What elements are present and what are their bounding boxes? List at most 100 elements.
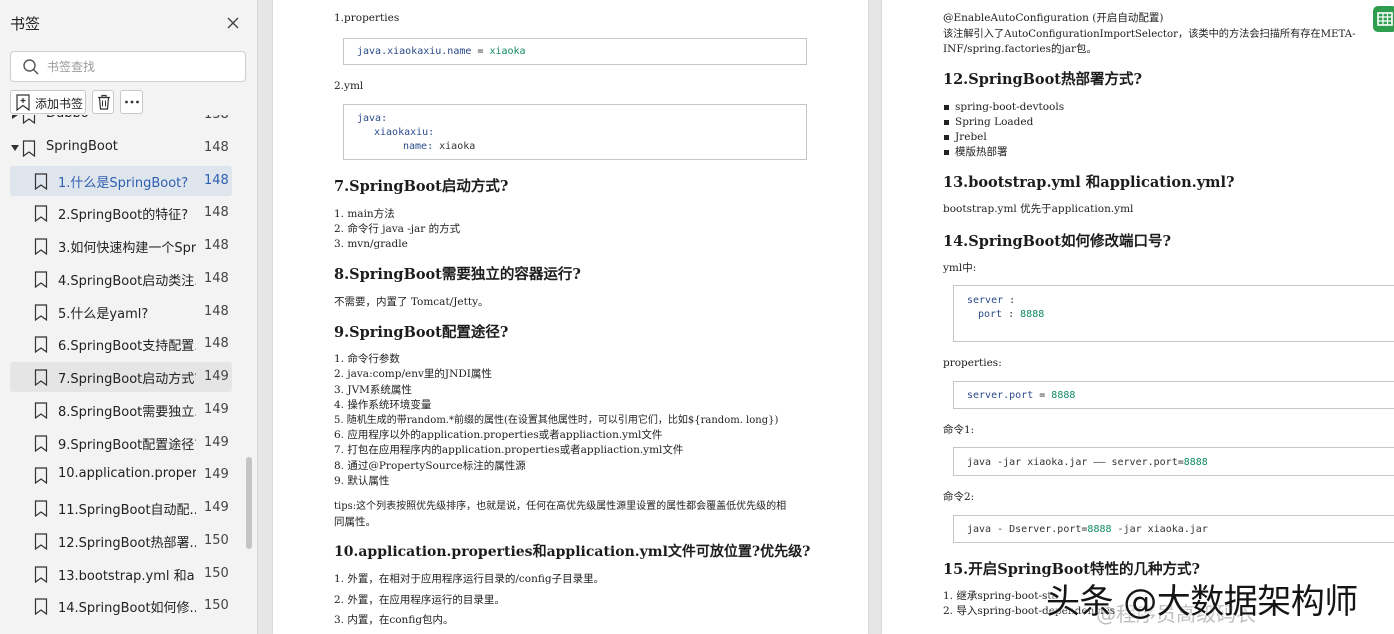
bookmark-item[interactable]: 13.bootstrap.yml 和a... 150 [0, 559, 250, 589]
list-item: 1. 命令行参数 [334, 353, 400, 365]
code-block-properties: java.xiaokaxiu.name = xiaoka [343, 38, 807, 65]
tips-paragraph: tips:这个列表按照优先级排序，也就是说，任何在高优先级属性源里设置的属性都会… [334, 501, 787, 512]
bookmark-icon [34, 565, 48, 583]
bookmark-icon [34, 434, 48, 452]
bookmark-icon [22, 115, 36, 124]
list-item: 4. 操作系统环境变量 [334, 399, 432, 411]
bullet [944, 120, 949, 125]
bookmark-item[interactable]: 3.如何快速构建一个Spr... 148 [0, 231, 250, 261]
subheading-yml: 2.yml [334, 80, 364, 92]
heading-9: 9.SpringBoot配置途径? [334, 324, 509, 341]
sidebar-scroll-thumb[interactable] [246, 457, 252, 549]
list-item: 9. 默认属性 [334, 475, 390, 487]
code-line: name: xiaoka [403, 141, 476, 152]
list-item: 6. 应用程序以外的application.properties或者applia… [334, 429, 663, 441]
subheading-properties: 1.properties [334, 12, 400, 24]
bookmark-item[interactable]: 10.application.proper... 149 [0, 460, 250, 490]
paragraph: bootstrap.yml 优先于application.yml [943, 203, 1134, 215]
bullet [944, 135, 949, 140]
code-block-properties-port: server.port = 8888 [953, 381, 1394, 409]
list-item: 模版热部署 [955, 146, 1008, 158]
list-item: 7. 打包在应用程序内的application.properties或者appl… [334, 444, 684, 456]
code-block-yml-port: server : port : 8888 [953, 285, 1394, 342]
bookmark-icon [34, 500, 48, 517]
list-item: 2. 外置，在应用程序运行的目录里。 [334, 594, 505, 606]
pdf-page-150: @EnableAutoConfiguration (开启自动配置) 该注解引入了… [882, 0, 1394, 634]
heading-10: 10.application.properties和application.ym… [334, 544, 811, 560]
sidebar-title: 书签 [10, 15, 41, 33]
bookmark-icon [34, 172, 48, 190]
list-item: 1. 外置，在相对于应用程序运行目录的/config子目录里。 [334, 573, 605, 585]
sidebar-scrollbar[interactable] [246, 115, 254, 634]
bookmark-item-label: 11.SpringBoot自动配... [58, 503, 196, 518]
add-bookmark-label: 添加书签 [35, 97, 84, 111]
bookmark-item[interactable]: 1.什么是SpringBoot? 148 [0, 165, 250, 196]
code-line: java -jar xiaoka.jar —— server.port=8888 [967, 457, 1208, 468]
more-icon [125, 100, 139, 104]
bookmark-tree: Dubbo 138 SpringBoot 148 1.什么是SpringBoot? 148… [0, 115, 250, 634]
bookmark-item[interactable]: 7.SpringBoot启动方式? 149 [0, 362, 250, 392]
spreadsheet-app-button[interactable] [1372, 5, 1394, 33]
bookmark-item-page: 148 [204, 270, 229, 286]
heading-13: 13.bootstrap.yml 和application.yml? [943, 174, 1235, 191]
bookmark-item[interactable]: 8.SpringBoot需要独立... 149 [0, 395, 250, 425]
caret-right-icon[interactable] [11, 115, 19, 119]
bookmark-search-box [10, 51, 246, 82]
code-block-command-1: java -jar xiaoka.jar —— server.port=8888 [953, 447, 1394, 476]
list-item: Spring Loaded [955, 116, 1034, 128]
bookmark-item-label: 1.什么是SpringBoot? [58, 175, 189, 191]
bookmark-item-label: 5.什么是yaml? [58, 306, 149, 322]
bookmark-icon [34, 369, 48, 386]
bookmark-search-input[interactable] [47, 56, 237, 78]
bookmark-item-label: 7.SpringBoot启动方式? [58, 372, 196, 387]
bookmark-item-page: 150 [204, 532, 229, 548]
bookmark-item-page: 149 [204, 401, 229, 417]
bookmark-icon [34, 402, 48, 419]
heading-8: 8.SpringBoot需要独立的容器运行? [334, 266, 581, 283]
bookmark-item-page: 138 [204, 115, 229, 122]
bookmark-icon [22, 140, 36, 157]
bookmark-item-label: 10.application.proper... [58, 466, 196, 482]
label-properties: properties: [943, 357, 1002, 369]
trash-icon [98, 94, 110, 110]
bookmark-item[interactable]: Dubbo 138 [0, 115, 250, 130]
bookmark-item[interactable]: 4.SpringBoot启动类注... 148 [0, 264, 250, 294]
pdf-page-149: 1.properties java.xiaokaxiu.name = xiaok… [273, 0, 868, 634]
bookmark-item-page: 150 [204, 598, 229, 614]
delete-bookmark-button[interactable] [92, 90, 114, 114]
bookmark-item[interactable]: 14.SpringBoot如何修... 150 [0, 591, 250, 621]
add-bookmark-button[interactable]: 添加书签 [10, 90, 86, 114]
bookmark-item[interactable]: SpringBoot 148 [0, 133, 250, 163]
paragraph: INF/spring.factories的jar包。 [943, 43, 1098, 55]
code-line: xiaokaxiu: [374, 127, 435, 138]
bookmark-item-page: 149 [204, 467, 229, 483]
close-sidebar-button[interactable] [223, 13, 243, 33]
code-block-yml: java: xiaokaxiu: name: xiaoka [343, 104, 807, 160]
code-line: server.port = 8888 [967, 390, 1076, 401]
heading-7: 7.SpringBoot启动方式? [334, 178, 509, 195]
bookmark-icon [34, 303, 48, 321]
list-item: 5. 随机生成的带random.*前缀的属性(在设置其他属性时，可以引用它们，比… [334, 415, 779, 426]
list-item: Jrebel [955, 131, 987, 143]
bookmark-item-label: 2.SpringBoot的特征? [58, 208, 189, 224]
pdf-reader-window: 书签 添加书签 Dubbo138SpringBoot1481.什么是Spring… [0, 0, 1394, 634]
bookmark-item[interactable]: 2.SpringBoot的特征? 148 [0, 198, 250, 228]
close-icon [227, 17, 239, 29]
bookmark-item[interactable]: 9.SpringBoot配置途径? 149 [0, 428, 250, 458]
bookmark-item-label: 4.SpringBoot启动类注... [58, 273, 196, 289]
list-item: 1. main方法 [334, 208, 395, 220]
caret-down-icon[interactable] [11, 144, 19, 152]
paragraph: @EnableAutoConfiguration (开启自动配置) [943, 12, 1164, 24]
bookmark-item[interactable]: 5.什么是yaml? 148 [0, 297, 250, 327]
more-options-button[interactable] [120, 90, 143, 114]
bookmark-item[interactable]: 11.SpringBoot自动配... 149 [0, 493, 250, 523]
bookmark-item[interactable]: 6.SpringBoot支持配置... 148 [0, 329, 250, 359]
bookmark-icon [34, 467, 48, 485]
bookmark-item[interactable]: 12.SpringBoot热部署... 150 [0, 526, 250, 556]
list-item: 3. 内置，在config包内。 [334, 614, 454, 626]
bookmark-item-page: 148 [204, 205, 229, 221]
bookmark-item-page: 148 [204, 336, 229, 352]
bookmark-item-page: 148 [204, 172, 229, 188]
bookmark-item-page: 149 [204, 500, 229, 515]
code-line: java: [357, 113, 388, 124]
